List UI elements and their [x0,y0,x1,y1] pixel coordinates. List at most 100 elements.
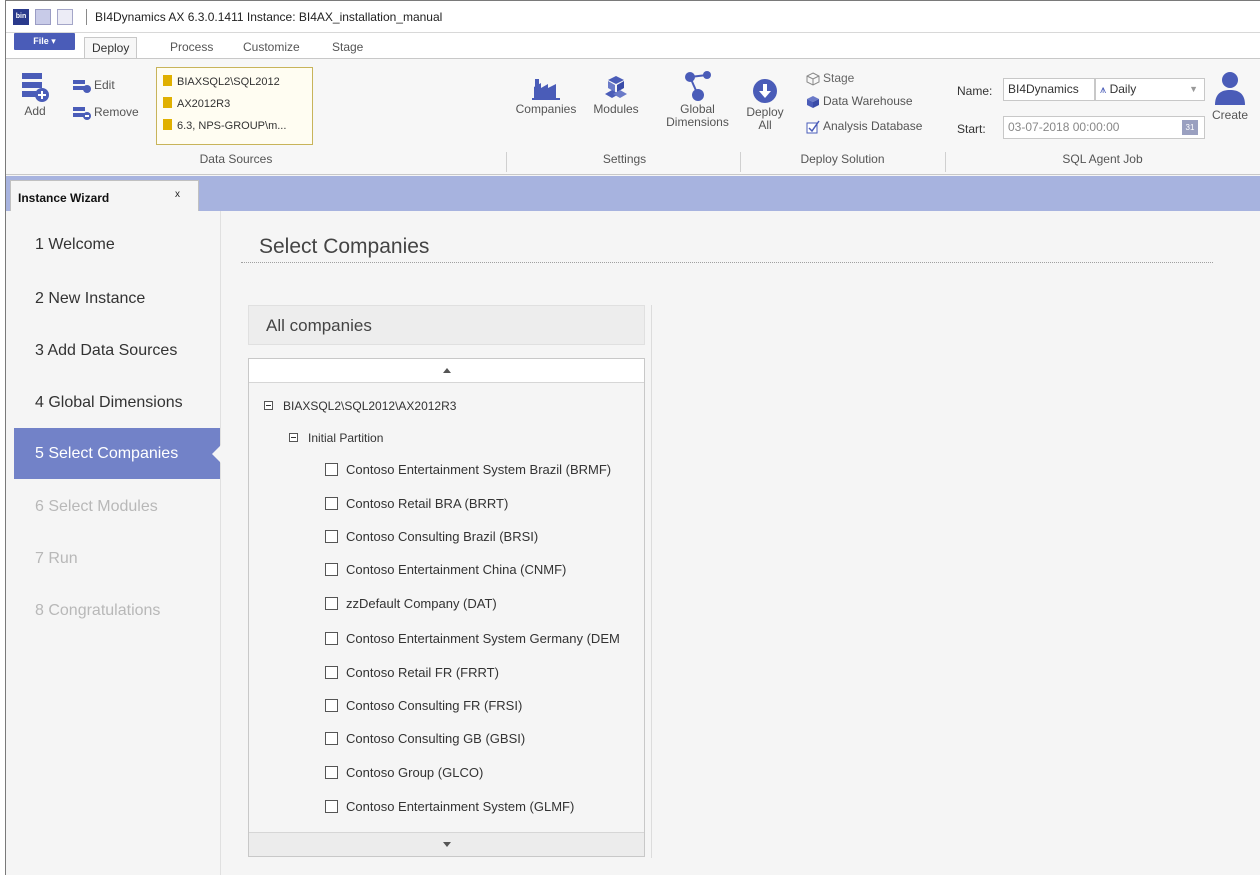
add-data-source-button[interactable]: Add [20,71,50,118]
company-label: Contoso Entertainment System Germany (DE… [346,631,620,646]
companies-panel-header: All companies [248,305,645,345]
calendar-icon[interactable]: 31 [1182,120,1198,135]
company-item[interactable]: Contoso Consulting GB (GBSI) [325,731,525,753]
data-warehouse-label: Data Warehouse [823,94,913,108]
title-bar: bin BI4Dynamics AX 6.3.0.1411 Instance: … [6,1,1260,33]
window-title: BI4Dynamics AX 6.3.0.1411 Instance: BI4A… [95,10,443,24]
app-window: bin BI4Dynamics AX 6.3.0.1411 Instance: … [5,0,1260,875]
modules-label: Modules [593,102,639,116]
remove-data-source-button[interactable]: Remove [73,105,139,120]
tree-partition-label: Initial Partition [308,431,384,445]
global-dimensions-label-1: Global [680,102,715,116]
data-source-list[interactable]: BIAXSQL2\SQL2012 AX2012R3 6.3, NPS-GROUP… [156,67,313,145]
tab-instance-wizard[interactable]: Instance Wizard x [10,180,199,211]
company-item[interactable]: Contoso Entertainment China (CNMF) [325,562,566,584]
deploy-analysis-database-button[interactable]: Analysis Database [806,119,922,134]
company-checkbox[interactable] [325,563,338,576]
company-item[interactable]: zzDefault Company (DAT) [325,596,497,618]
collapse-icon[interactable] [264,401,273,410]
tab-process[interactable]: Process [163,37,220,58]
company-item[interactable]: Contoso Retail FR (FRRT) [325,665,499,687]
server-icon [163,75,172,86]
company-checkbox[interactable] [325,699,338,712]
company-label: Contoso Group (GLCO) [346,765,484,780]
database-icon [163,97,172,108]
create-job-button[interactable]: Create [1209,71,1251,122]
wizard-step-add-data-sources[interactable]: 3 Add Data Sources [14,325,220,376]
global-dimensions-button[interactable]: Global Dimensions [661,71,734,129]
data-source-database: AX2012R3 [163,97,230,110]
company-item[interactable]: Contoso Group (GLCO) [325,765,483,787]
create-label: Create [1211,108,1249,122]
title-divider [241,262,1213,263]
wizard-step-global-dimensions[interactable]: 4 Global Dimensions [14,377,220,428]
job-name-input[interactable]: BI4Dynamics [1003,78,1095,101]
company-checkbox[interactable] [325,497,338,510]
company-checkbox[interactable] [325,463,338,476]
scroll-up-button[interactable] [249,359,644,383]
group-label-data-sources: Data Sources [199,152,273,166]
tab-deploy[interactable]: Deploy [84,37,138,58]
wizard-step-welcome[interactable]: 1 Welcome [14,219,220,270]
deploy-all-button[interactable]: Deploy All [744,78,786,132]
company-item[interactable]: Contoso Entertainment System Germany (DE… [325,631,620,653]
tab-customize[interactable]: Customize [236,37,307,58]
company-item[interactable]: Contoso Retail BRA (BRRT) [325,496,508,518]
company-checkbox[interactable] [325,800,338,813]
company-item[interactable]: Contoso Consulting Brazil (BRSI) [325,529,538,551]
close-icon[interactable]: x [175,189,180,200]
start-label: Start: [957,122,986,136]
save-icon[interactable] [35,9,51,25]
collapse-icon[interactable] [289,433,298,442]
wizard-step-select-companies[interactable]: 5 Select Companies [14,428,221,479]
company-checkbox[interactable] [325,632,338,645]
wizard-step-new-instance[interactable]: 2 New Instance [14,273,220,324]
start-datetime-value: 03-07-2018 00:00:00 [1008,120,1120,134]
edit-label: Edit [94,78,115,92]
tree-partition-node[interactable]: Initial Partition [289,431,383,445]
companies-button[interactable]: Companies [509,75,583,116]
company-checkbox[interactable] [325,732,338,745]
file-menu-button[interactable]: File ▾ [14,33,75,50]
app-logo-icon[interactable]: bin [13,9,29,25]
deploy-all-label-2: All [758,118,772,132]
start-datetime-input[interactable]: 03-07-2018 00:00:00 31 [1003,116,1205,139]
ribbon: Add Edit Remove BIAXSQL2\SQL2012 AX2012R… [6,58,1260,175]
company-item[interactable]: Contoso Consulting FR (FRSI) [325,698,522,720]
deploy-data-warehouse-button[interactable]: Data Warehouse [806,94,913,109]
panel-divider [651,305,652,858]
edit-database-icon [73,79,91,93]
company-label: Contoso Consulting GB (GBSI) [346,731,526,746]
modules-button[interactable]: Modules [586,75,646,116]
tab-stage[interactable]: Stage [325,37,370,58]
data-source-server: BIAXSQL2\SQL2012 [163,75,280,88]
group-separator [506,152,507,172]
companies-tree[interactable]: BIAXSQL2\SQL2012\AX2012R3 Initial Partit… [248,358,645,857]
edit-data-source-button[interactable]: Edit [73,78,115,93]
wizard-step-run: 7 Run [35,550,78,567]
new-document-icon[interactable] [57,9,73,25]
company-item[interactable]: Contoso Entertainment System (GLMF) [325,799,574,821]
frequency-select[interactable]: ⩚ Daily ▼ [1095,78,1205,101]
company-label: Contoso Entertainment System (GLMF) [346,799,575,814]
company-checkbox[interactable] [325,530,338,543]
company-checkbox[interactable] [325,766,338,779]
company-label: Contoso Consulting Brazil (BRSI) [346,529,539,544]
stage-label: Stage [823,71,855,85]
scroll-down-button[interactable] [249,832,644,856]
company-checkbox[interactable] [325,597,338,610]
group-label-sql-agent-job: SQL Agent Job [1062,152,1143,166]
wizard-step-congratulations: 8 Congratulations [35,602,161,619]
tree-root-node[interactable]: BIAXSQL2\SQL2012\AX2012R3 [264,399,456,413]
global-dimensions-label-2: Dimensions [666,115,729,129]
company-checkbox[interactable] [325,666,338,679]
wizard-step-select-modules: 6 Select Modules [35,498,158,515]
chevron-down-icon: ▼ [1189,84,1198,94]
cube-filled-icon [807,95,819,108]
analysis-database-label: Analysis Database [823,119,923,133]
company-item[interactable]: Contoso Entertainment System Brazil (BRM… [325,462,611,484]
deploy-stage-button[interactable]: Stage [806,71,854,86]
add-label: Add [24,104,46,118]
page-title: Select Companies [259,235,430,258]
modules-icon [605,76,627,98]
